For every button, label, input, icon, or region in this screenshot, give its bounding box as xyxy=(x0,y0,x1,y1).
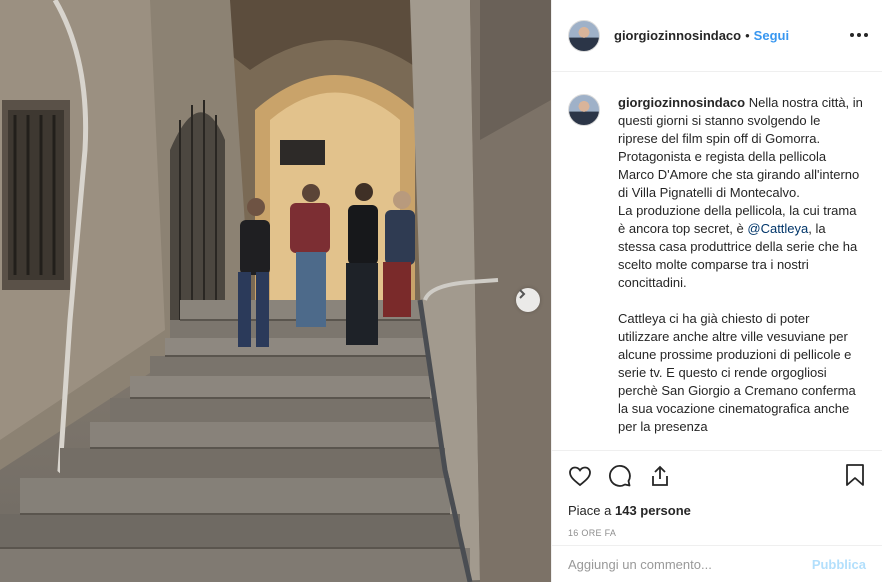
chevron-right-icon xyxy=(519,289,526,299)
caption-username[interactable]: giorgiozinnosindaco xyxy=(618,95,745,110)
likes-number[interactable]: 143 persone xyxy=(615,503,691,518)
publish-button[interactable]: Pubblica xyxy=(812,557,866,572)
caption-paragraph-3: Cattleya ci ha già chiesto di poter util… xyxy=(618,311,856,434)
post-header: giorgiozinnosindaco • Segui xyxy=(552,0,882,72)
post-timestamp[interactable]: 16 ORE FA xyxy=(568,528,866,538)
likes-count[interactable]: Piace a 143 persone xyxy=(568,503,866,518)
comment-button[interactable] xyxy=(608,462,636,490)
add-comment-form: Pubblica xyxy=(552,545,882,582)
mention-link[interactable]: @Cattleya xyxy=(747,221,808,236)
post-actions: Piace a 143 persone 16 ORE FA xyxy=(552,450,882,538)
share-button[interactable] xyxy=(648,462,676,490)
bookmark-icon xyxy=(846,464,864,486)
more-horizontal-icon xyxy=(850,33,854,37)
heart-icon xyxy=(569,466,591,487)
likes-prefix: Piace a xyxy=(568,503,612,518)
next-photo-button[interactable] xyxy=(516,288,540,312)
like-button[interactable] xyxy=(568,462,596,490)
share-icon xyxy=(652,465,668,486)
post-photo[interactable] xyxy=(0,0,551,582)
caption-text: giorgiozinnosindaco Nella nostra città, … xyxy=(618,94,863,436)
caption: giorgiozinnosindaco Nella nostra città, … xyxy=(568,94,866,436)
follow-button[interactable]: Segui xyxy=(754,28,789,43)
staircase-photo xyxy=(0,0,551,582)
caption-paragraph-1: Nella nostra città, in questi giorni si … xyxy=(618,95,863,200)
save-button[interactable] xyxy=(844,463,866,490)
avatar[interactable] xyxy=(568,19,600,52)
caption-scroll-area[interactable]: giorgiozinnosindaco Nella nostra città, … xyxy=(552,72,882,450)
more-options-button[interactable] xyxy=(850,26,868,44)
action-icons-row xyxy=(568,461,866,491)
caption-avatar[interactable] xyxy=(568,94,600,126)
header-username[interactable]: giorgiozinnosindaco xyxy=(614,28,741,43)
comment-icon xyxy=(609,465,631,487)
comment-input[interactable] xyxy=(568,556,812,572)
header-separator: • xyxy=(745,28,750,43)
post-side-panel: giorgiozinnosindaco • Segui giorgiozinno… xyxy=(551,0,882,582)
